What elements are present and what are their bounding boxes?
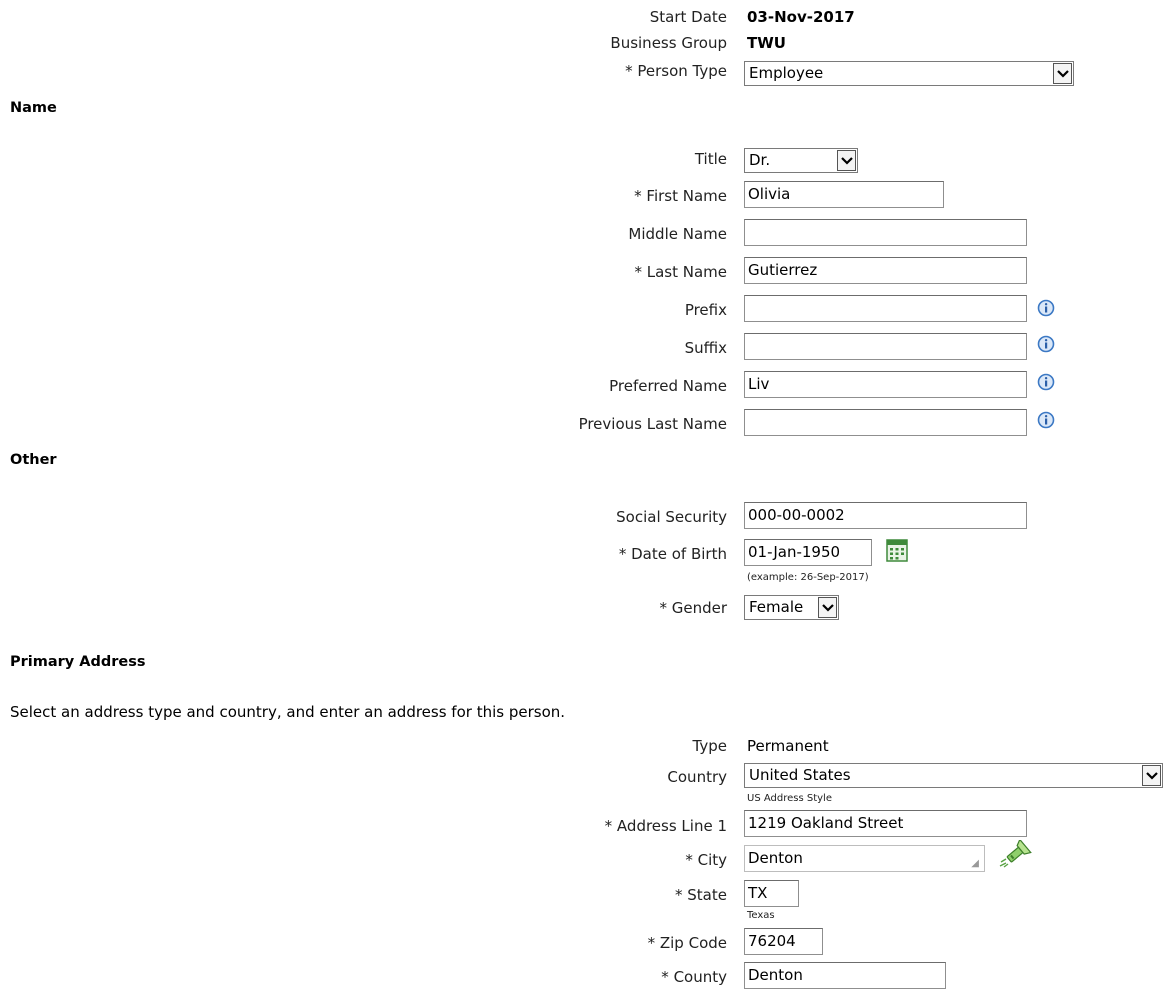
prefix-input[interactable] (744, 295, 1027, 322)
address-line1-input[interactable]: 1219 Oakland Street (744, 810, 1027, 837)
city-label: * City (685, 851, 727, 869)
prefix-label: Prefix (684, 301, 727, 319)
address-type-label: Type (692, 737, 727, 755)
chevron-down-icon[interactable] (818, 597, 837, 618)
address-instructions: Select an address type and country, and … (10, 703, 566, 721)
state-label: * State (675, 886, 727, 904)
city-value: Denton (748, 849, 803, 867)
title-select[interactable]: Dr. (744, 148, 858, 173)
last-name-label: * Last Name (634, 263, 727, 281)
chevron-down-icon[interactable] (1142, 765, 1161, 786)
middle-name-input[interactable] (744, 219, 1027, 246)
city-input[interactable]: Denton ◢ (744, 845, 985, 872)
resize-corner-icon: ◢ (971, 858, 979, 869)
previous-last-name-input[interactable] (744, 409, 1027, 436)
country-select[interactable]: United States (744, 763, 1163, 788)
previous-last-name-label: Previous Last Name (578, 415, 727, 433)
last-name-input[interactable]: Gutierrez (744, 257, 1027, 284)
ssn-label: Social Security (616, 508, 727, 526)
middle-name-label: Middle Name (628, 225, 727, 243)
start-date-value: 03-Nov-2017 (747, 8, 855, 26)
zip-code-label: * Zip Code (647, 934, 727, 952)
chevron-down-icon[interactable] (837, 150, 856, 171)
calendar-icon[interactable] (886, 538, 908, 562)
gender-select[interactable]: Female (744, 595, 839, 620)
name-section-heading: Name (10, 100, 57, 116)
gender-label: * Gender (659, 599, 727, 617)
state-name-hint: Texas (747, 910, 775, 921)
gender-value: Female (749, 598, 804, 616)
county-input[interactable]: Denton (744, 962, 946, 989)
person-type-select[interactable]: Employee (744, 61, 1074, 86)
county-label: * County (661, 968, 727, 986)
address-style-hint: US Address Style (747, 793, 832, 804)
title-value: Dr. (749, 151, 771, 169)
start-date-label: Start Date (649, 8, 727, 26)
state-input[interactable]: TX (744, 880, 799, 907)
flashlight-search-icon[interactable] (998, 840, 1032, 868)
country-value: United States (749, 766, 851, 784)
dob-label: * Date of Birth (618, 545, 727, 563)
business-group-value: TWU (747, 34, 786, 52)
dob-example-hint: (example: 26-Sep-2017) (747, 572, 869, 583)
title-label: Title (694, 150, 727, 168)
country-label: Country (667, 768, 727, 786)
zip-code-input[interactable]: 76204 (744, 928, 823, 955)
first-name-label: * First Name (634, 187, 727, 205)
info-icon[interactable] (1037, 299, 1055, 317)
suffix-label: Suffix (684, 339, 727, 357)
info-icon[interactable] (1037, 411, 1055, 429)
dob-input[interactable]: 01-Jan-1950 (744, 539, 872, 566)
first-name-input[interactable]: Olivia (744, 181, 944, 208)
person-type-value: Employee (749, 64, 824, 82)
preferred-name-input[interactable]: Liv (744, 371, 1027, 398)
other-section-heading: Other (10, 452, 57, 468)
primary-address-heading: Primary Address (10, 654, 146, 670)
preferred-name-label: Preferred Name (609, 377, 727, 395)
address-type-value: Permanent (747, 737, 829, 755)
ssn-input[interactable]: 000-00-0002 (744, 502, 1027, 529)
business-group-label: Business Group (610, 34, 727, 52)
person-type-label: * Person Type (625, 62, 727, 80)
chevron-down-icon[interactable] (1053, 63, 1072, 84)
suffix-input[interactable] (744, 333, 1027, 360)
info-icon[interactable] (1037, 335, 1055, 353)
info-icon[interactable] (1037, 373, 1055, 391)
address-line1-label: * Address Line 1 (604, 817, 727, 835)
